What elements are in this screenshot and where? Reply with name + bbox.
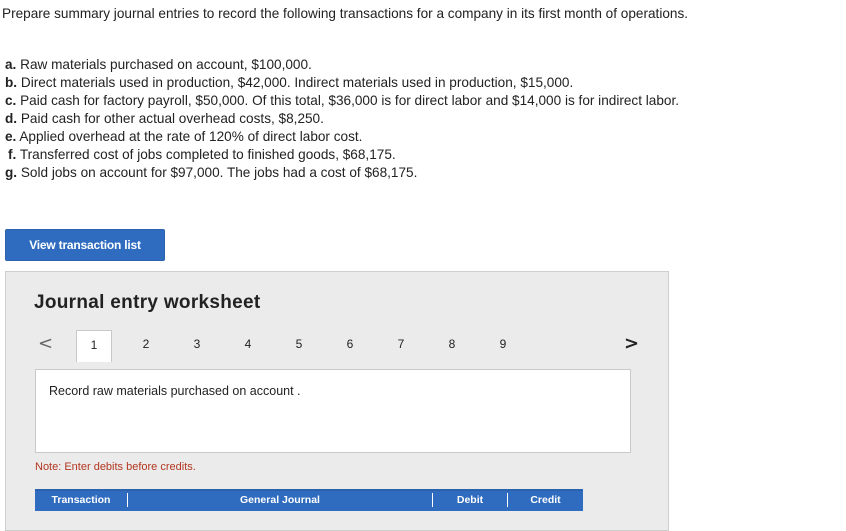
transaction-b: b. Direct materials used in production, … [5, 74, 841, 92]
transaction-c: c. Paid cash for factory payroll, $50,00… [5, 92, 841, 110]
page-tab-7[interactable]: 7 [383, 330, 419, 358]
journal-entry-worksheet: Journal entry worksheet < 1 2 3 4 5 6 7 … [5, 271, 669, 531]
page-tab-2[interactable]: 2 [128, 330, 164, 358]
transaction-a: a. Raw materials purchased on account, $… [5, 56, 841, 74]
transaction-f: f. Transferred cost of jobs completed to… [5, 146, 841, 164]
chevron-right-icon[interactable]: > [624, 334, 639, 354]
page-tab-8[interactable]: 8 [434, 330, 470, 358]
transaction-letter: b. [5, 75, 18, 90]
worksheet-pager: < 1 2 3 4 5 6 7 8 9 > [34, 330, 644, 362]
entry-prompt-box: Record raw materials purchased on accoun… [35, 369, 631, 453]
chevron-left-icon[interactable]: < [38, 334, 53, 354]
debit-credit-note: Note: Enter debits before credits. [35, 461, 196, 473]
transaction-text: Applied overhead at the rate of 120% of … [16, 129, 363, 144]
column-header-transaction: Transaction [35, 493, 128, 507]
page-tab-5[interactable]: 5 [281, 330, 317, 358]
journal-table-header: Transaction General Journal Debit Credit [35, 489, 583, 511]
transaction-letter: g. [5, 165, 18, 180]
transaction-text: Paid cash for factory payroll, $50,000. … [16, 93, 680, 108]
transaction-text: Direct materials used in production, $42… [17, 75, 574, 90]
transaction-d: d. Paid cash for other actual overhead c… [5, 110, 841, 128]
transaction-letter: d. [5, 111, 18, 126]
transaction-list: a. Raw materials purchased on account, $… [5, 56, 841, 182]
transaction-text: Raw materials purchased on account, $100… [16, 57, 312, 72]
transaction-letter: e. [5, 129, 17, 144]
transaction-e: e. Applied overhead at the rate of 120% … [5, 128, 841, 146]
page-tab-4[interactable]: 4 [230, 330, 266, 358]
transaction-text: Sold jobs on account for $97,000. The jo… [17, 165, 418, 180]
page-tab-9[interactable]: 9 [485, 330, 521, 358]
column-header-general-journal: General Journal [128, 493, 433, 507]
page-tab-1[interactable]: 1 [76, 330, 112, 362]
page-tab-3[interactable]: 3 [179, 330, 215, 358]
column-header-credit: Credit [530, 494, 561, 506]
transaction-letter: a. [5, 57, 17, 72]
column-header-debit: Debit [433, 493, 508, 507]
transaction-g: g. Sold jobs on account for $97,000. The… [5, 164, 841, 182]
view-transaction-list-button[interactable]: View transaction list [5, 229, 165, 261]
entry-prompt: Record raw materials purchased on accoun… [49, 384, 301, 398]
worksheet-title: Journal entry worksheet [34, 292, 261, 313]
instructions-text: Prepare summary journal entries to recor… [2, 6, 689, 21]
transaction-text: Transferred cost of jobs completed to fi… [16, 147, 396, 162]
transaction-letter: c. [5, 93, 17, 108]
transaction-text: Paid cash for other actual overhead cost… [17, 111, 324, 126]
page-tab-6[interactable]: 6 [332, 330, 368, 358]
